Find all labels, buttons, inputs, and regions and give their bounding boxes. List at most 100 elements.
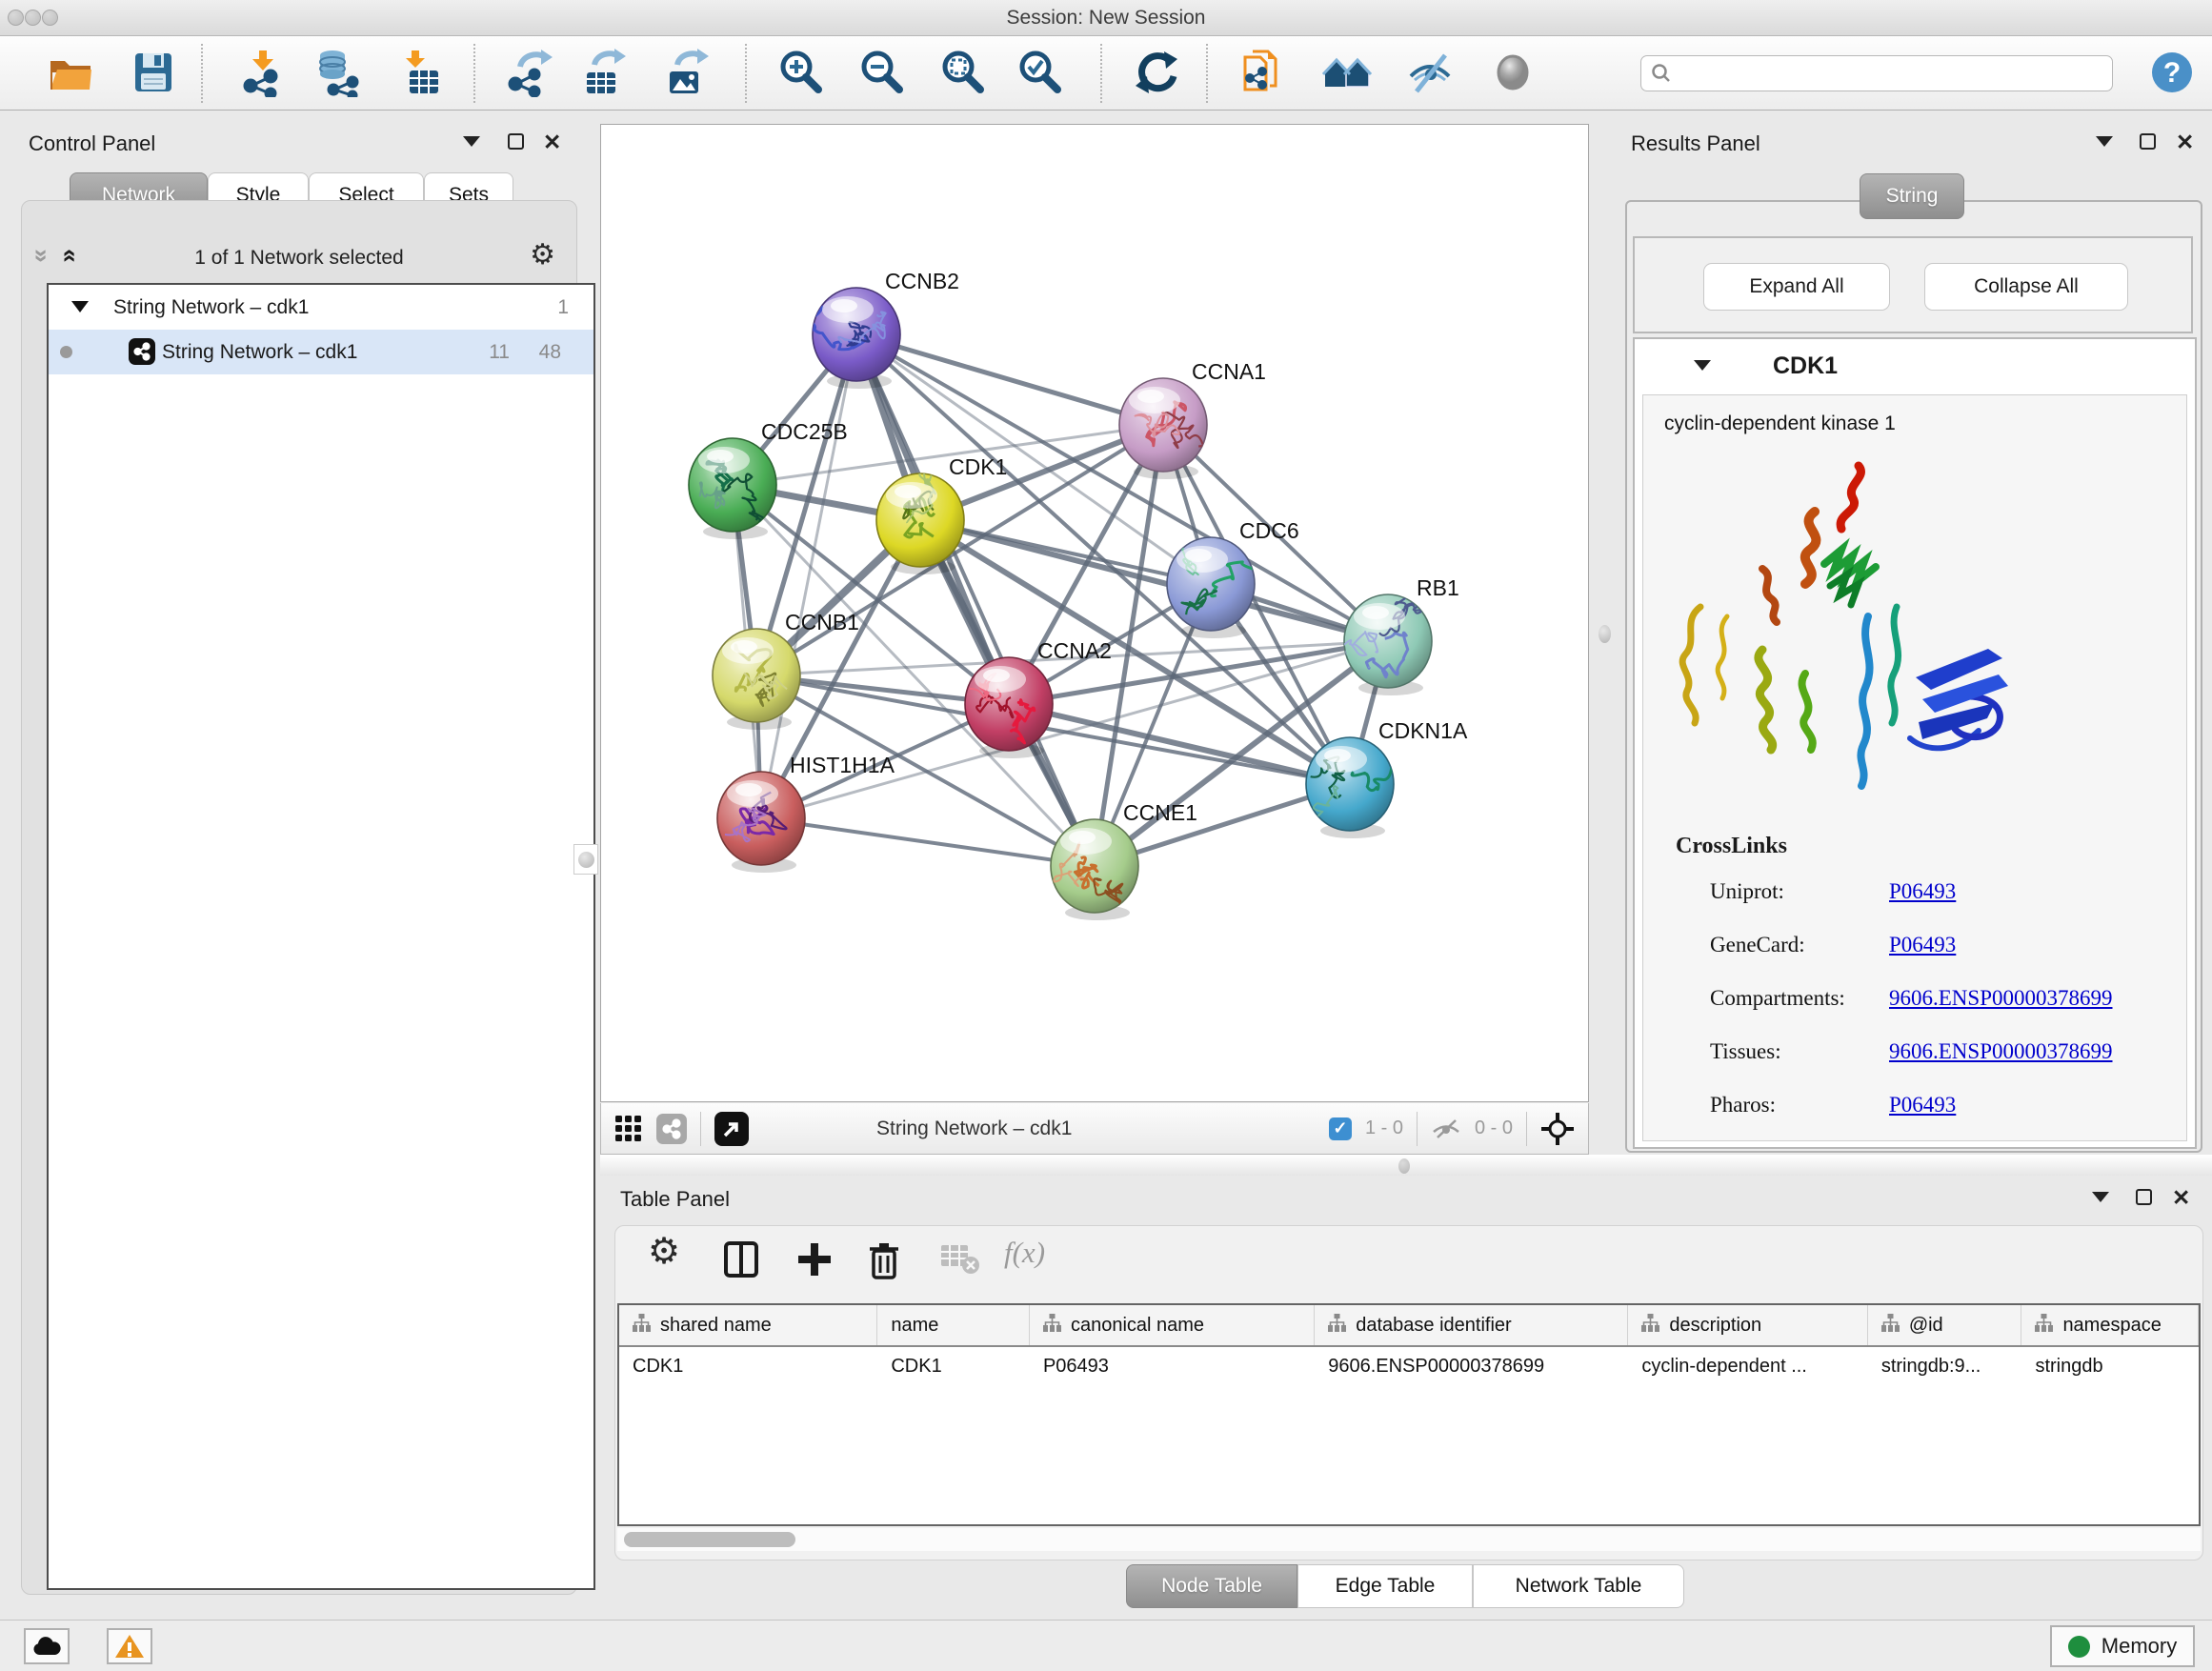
tab-string[interactable]: String [1860,173,1964,219]
zoom-out-icon[interactable] [856,48,906,97]
open-session-icon[interactable] [46,48,95,97]
network-edge[interactable] [856,334,1095,866]
table-cell[interactable]: CDK1 [877,1347,1030,1389]
gene-collapse-icon[interactable] [1694,360,1711,371]
collection-expander-icon[interactable] [71,301,89,312]
column-header-shared-name[interactable]: shared name [619,1305,877,1345]
zoom-in-icon[interactable] [775,48,825,97]
fit-selected-crosshair-icon[interactable] [1540,1112,1575,1146]
expand-all-button[interactable]: Expand All [1703,263,1890,311]
search-input[interactable] [1679,63,2112,85]
table-cell[interactable]: P06493 [1030,1347,1315,1389]
results-panel-menu-icon[interactable] [2096,136,2113,147]
warning-icon [114,1633,145,1660]
hide-selected-icon[interactable] [1405,48,1455,97]
show-all-icon[interactable] [1488,48,1538,97]
selected-checkbox-icon[interactable]: ✓ [1329,1117,1352,1140]
network-node-HIST1H1A[interactable] [717,772,805,873]
network-graph[interactable]: CCNB2CCNA1CDC25BCDK1CDC6RB1CCNB1CCNA2CDK… [601,125,1588,1101]
crosslink-link[interactable]: 9606.ENSP00000378699 [1889,986,2113,1011]
network-overview-icon[interactable] [1322,48,1372,97]
column-header-database-identifier[interactable]: database identifier [1315,1305,1628,1345]
tab-node-table[interactable]: Node Table [1126,1564,1297,1608]
save-session-icon[interactable] [129,48,178,97]
string-query-icon[interactable] [1237,48,1287,97]
crosslink-link[interactable]: 9606.ENSP00000378699 [1889,1039,2113,1064]
export-network-icon[interactable] [505,48,554,97]
import-network-from-database-icon[interactable] [313,48,363,97]
network-options-gear-icon[interactable]: ⚙ [530,241,555,270]
network-edge[interactable] [856,334,1163,425]
import-network-from-file-icon[interactable] [238,48,288,97]
results-panel-collapse-handle[interactable] [1599,625,1611,643]
table-panel-close-icon[interactable]: ✕ [2172,1187,2190,1209]
export-image-icon[interactable] [662,48,712,97]
network-node-RB1[interactable] [1334,594,1432,695]
table-panel-menu-icon[interactable] [2092,1192,2109,1202]
scrollbar-thumb[interactable] [624,1532,795,1547]
network-row-selected[interactable]: String Network – cdk1 11 48 [49,330,593,374]
network-node-CDC25B[interactable] [689,438,776,539]
network-canvas[interactable]: CCNB2CCNA1CDC25BCDK1CDC6RB1CCNB1CCNA2CDK… [600,124,1589,1102]
control-panel-collapse-handle[interactable] [573,844,598,875]
crosslink-label: Tissues: [1710,1039,1781,1064]
table-cell[interactable]: 9606.ENSP00000378699 [1315,1347,1628,1389]
gene-section-header[interactable]: CDK1 [1635,339,2195,394]
column-header-canonical-name[interactable]: canonical name [1030,1305,1315,1345]
memory-button[interactable]: Memory [2050,1625,2195,1667]
node-table: shared namenamecanonical namedatabase id… [617,1303,2201,1526]
network-collection-row[interactable]: String Network – cdk1 1 [49,285,593,330]
hidden-eye-icon[interactable] [1431,1118,1461,1139]
splitter-knob[interactable] [1398,1158,1410,1174]
column-header-namespace[interactable]: namespace [2021,1305,2199,1345]
export-table-icon[interactable] [579,48,629,97]
table-row[interactable]: CDK1CDK1P064939606.ENSP00000378699cyclin… [619,1347,2199,1389]
network-node-CDKN1A[interactable] [1287,737,1429,838]
network-edge[interactable] [920,520,1388,641]
collapse-all-button[interactable]: Collapse All [1924,263,2128,311]
network-status-dot-icon [60,346,72,358]
zoom-selected-icon[interactable] [1015,48,1064,97]
share-view-icon[interactable] [656,1114,687,1144]
network-node-CCNB2[interactable] [803,288,900,389]
network-edge[interactable] [761,818,1095,866]
delete-column-icon[interactable] [865,1239,903,1286]
table-cell[interactable]: CDK1 [619,1347,877,1389]
open-in-new-window-icon[interactable] [714,1112,749,1146]
column-header--id[interactable]: @id [1868,1305,2022,1345]
horizontal-splitter[interactable] [600,1155,2212,1176]
cloud-status-button[interactable] [24,1628,70,1664]
results-panel-close-icon[interactable]: ✕ [2176,131,2194,153]
tab-edge-table[interactable]: Edge Table [1297,1564,1473,1608]
table-cell[interactable]: cyclin-dependent ... [1628,1347,1867,1389]
birdseye-grid-icon[interactable] [614,1115,643,1143]
control-panel-close-icon[interactable]: ✕ [543,131,561,153]
import-table-from-file-icon[interactable] [394,48,444,97]
table-cell[interactable]: stringdb [2021,1347,2199,1389]
crosslink-link[interactable]: P06493 [1889,879,1956,904]
cytoscape-window: Session: New Session [0,0,2212,1671]
results-panel-float-icon[interactable] [2140,133,2156,150]
table-body: CDK1CDK1P064939606.ENSP00000378699cyclin… [619,1347,2199,1389]
help-icon[interactable]: ? [2147,48,2197,97]
crosslink-link[interactable]: P06493 [1889,933,1956,957]
show-columns-icon[interactable] [722,1239,760,1284]
table-cell[interactable]: stringdb:9... [1868,1347,2022,1389]
column-header-name[interactable]: name [877,1305,1030,1345]
table-options-gear-icon[interactable]: ⚙ [648,1234,680,1270]
tab-network-table[interactable]: Network Table [1473,1564,1684,1608]
crosslink-link[interactable]: P06493 [1889,1093,1956,1117]
network-node-CCNB1[interactable] [713,629,800,730]
column-header-description[interactable]: description [1628,1305,1867,1345]
network-node-CCNE1[interactable] [1051,819,1138,920]
zoom-fit-content-icon[interactable] [937,48,987,97]
apply-layout-icon[interactable] [1132,48,1181,97]
network-edge[interactable] [1009,704,1350,784]
table-panel-float-icon[interactable] [2136,1189,2152,1205]
warning-status-button[interactable] [107,1628,152,1664]
network-node-CCNA1[interactable] [1119,378,1216,479]
create-column-icon[interactable] [794,1239,835,1284]
control-panel-float-icon[interactable] [508,133,524,150]
network-edge[interactable] [761,334,856,818]
control-panel-menu-icon[interactable] [463,136,480,147]
